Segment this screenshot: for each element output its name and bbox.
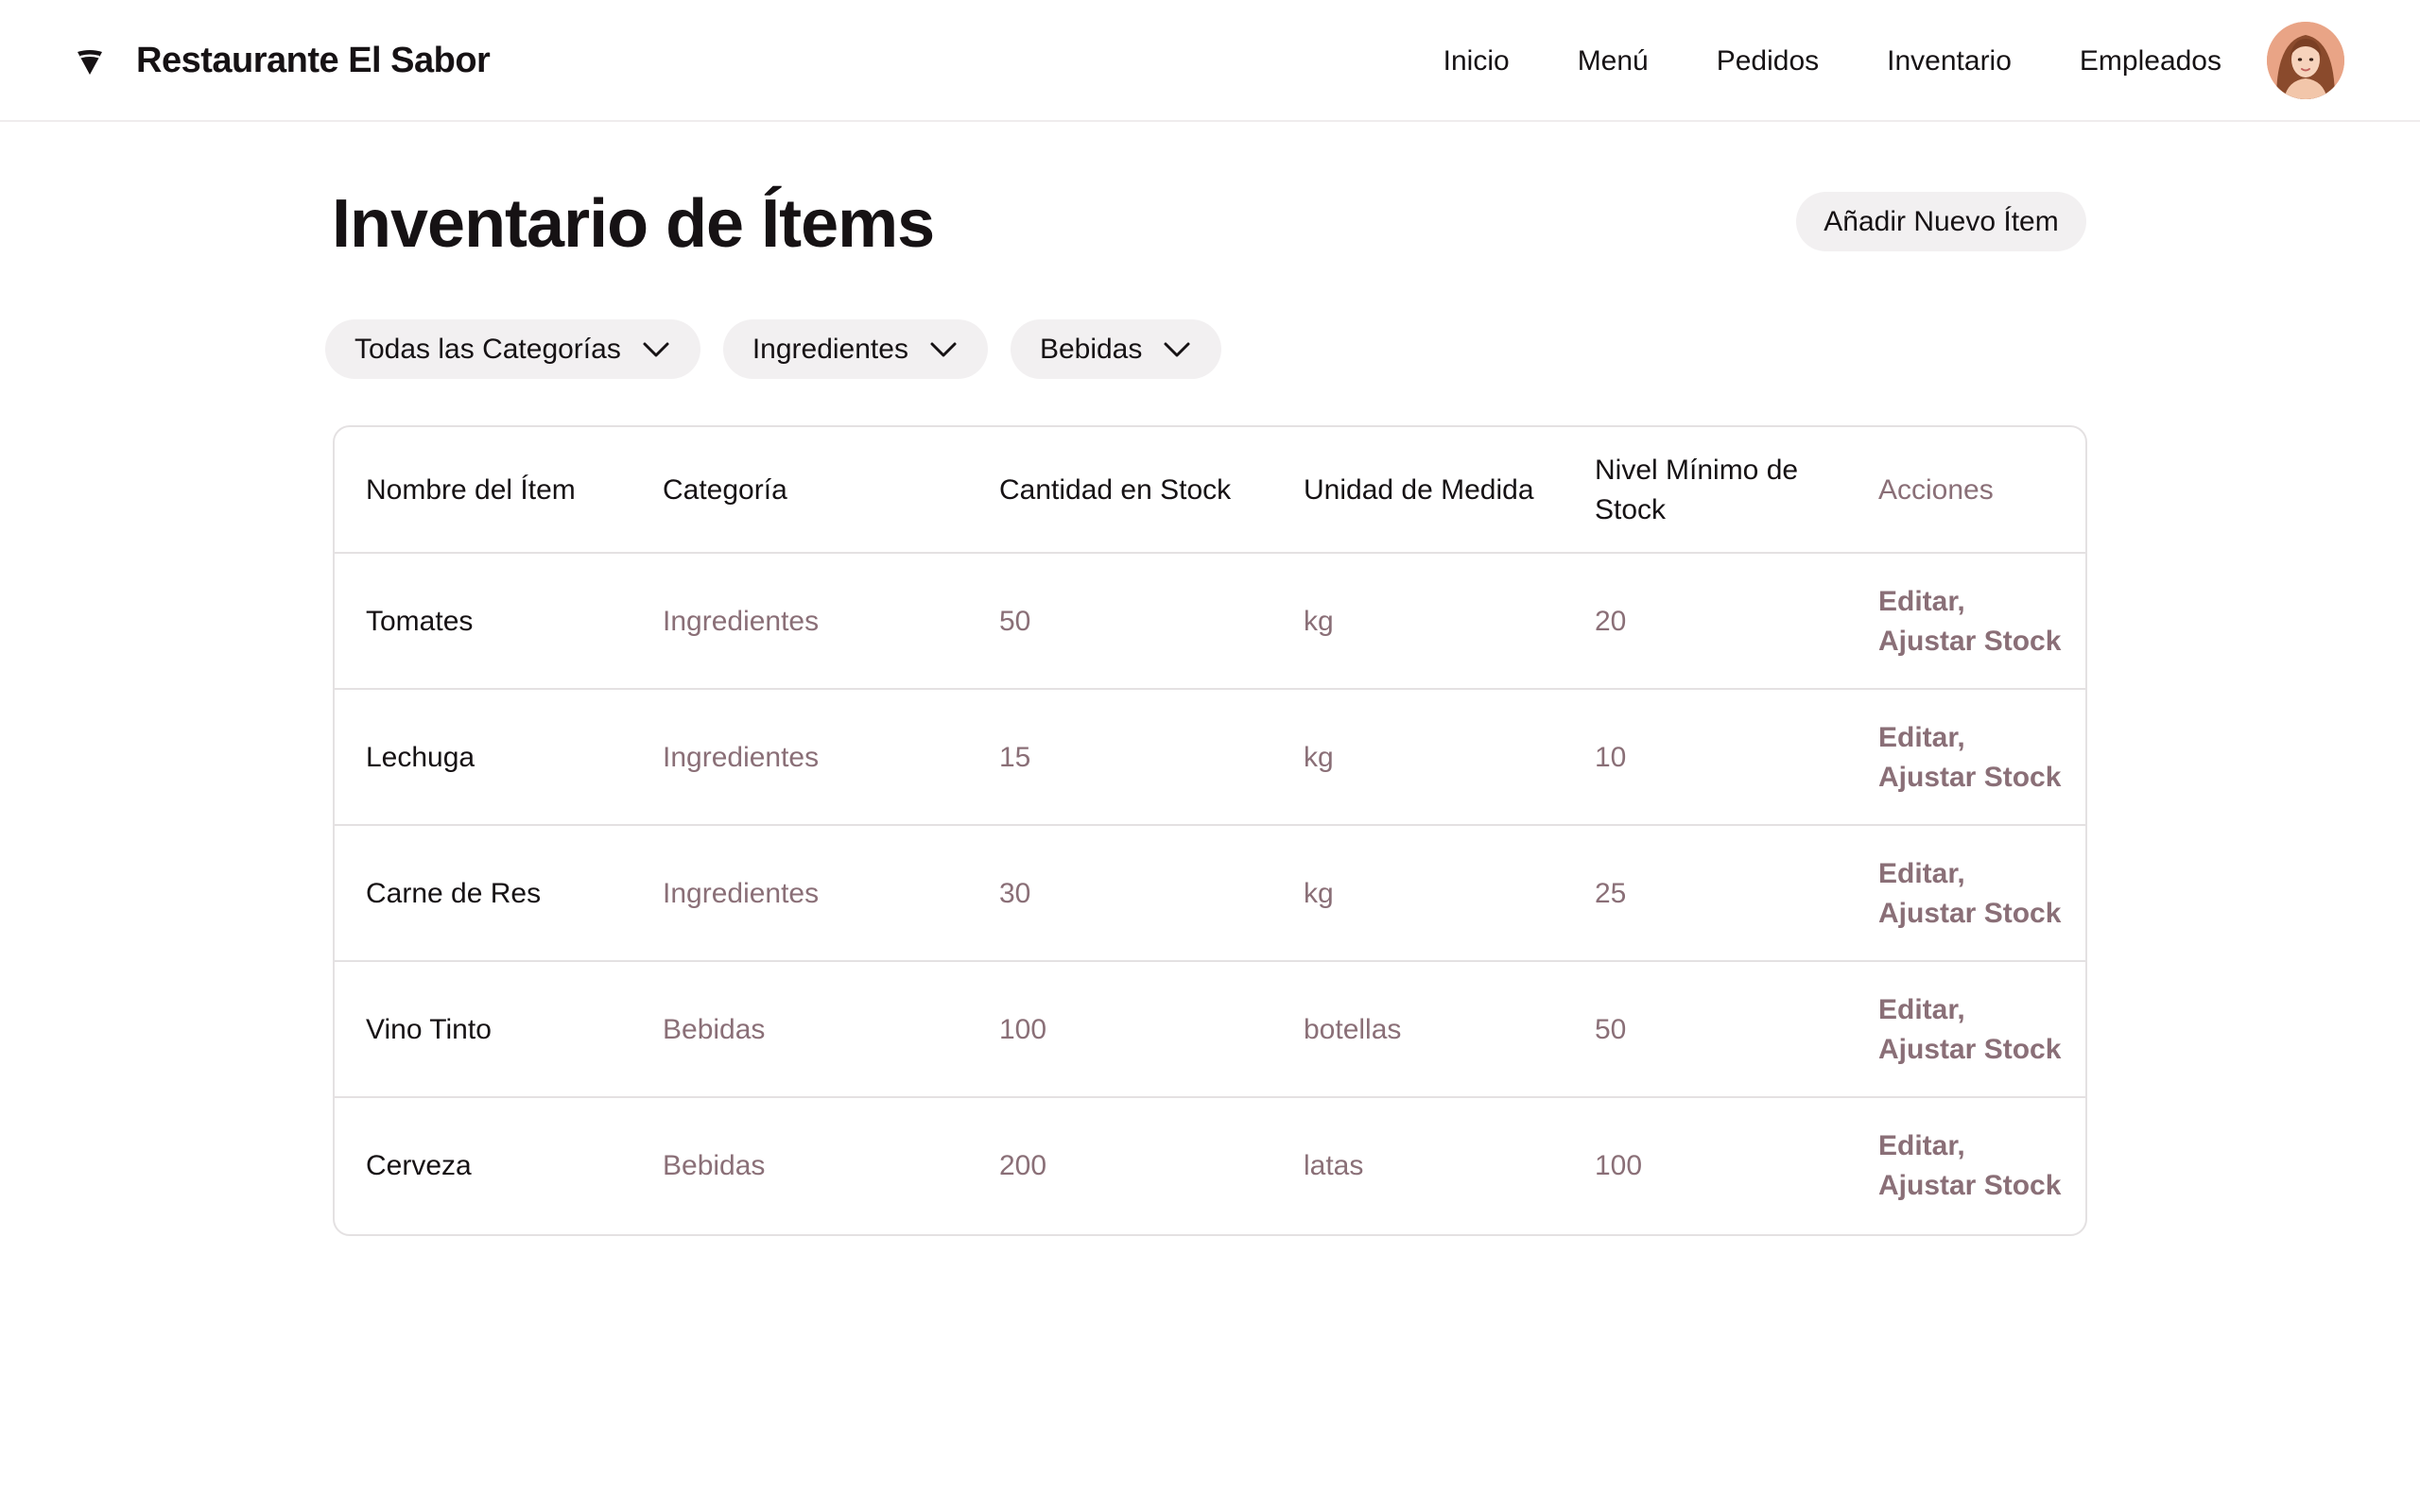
edit-link[interactable]: Editar, [1878, 1126, 2061, 1166]
adjust-stock-link[interactable]: Ajustar Stock [1878, 758, 2061, 798]
cell-unit: kg [1304, 742, 1334, 773]
cell-min-stock: 100 [1595, 1150, 1643, 1181]
cell-unit: kg [1304, 606, 1334, 637]
cell-min-stock: 25 [1595, 878, 1627, 909]
filter-all-categories[interactable]: Todas las Categorías [325, 319, 700, 379]
table-row: Lechuga Ingredientes 15 kg 10 Editar, Aj… [335, 690, 2085, 826]
cell-name: Lechuga [366, 742, 475, 773]
table-row: Carne de Res Ingredientes 30 kg 25 Edita… [335, 826, 2085, 962]
table-header: Nombre del Ítem Categoría Cantidad en St… [335, 427, 2085, 554]
table-row: Tomates Ingredientes 50 kg 20 Editar, Aj… [335, 554, 2085, 690]
cell-category: Ingredientes [663, 878, 820, 909]
cell-quantity: 200 [999, 1150, 1047, 1181]
cell-actions: Editar, Ajustar Stock [1878, 826, 2061, 962]
page-title: Inventario de Ítems [332, 186, 935, 262]
cell-quantity: 30 [999, 878, 1031, 909]
filter-bar: Todas las Categorías Ingredientes Bebida… [325, 319, 1244, 379]
cell-min-stock: 20 [1595, 606, 1627, 637]
adjust-stock-link[interactable]: Ajustar Stock [1878, 622, 2061, 662]
chevron-down-icon [930, 342, 957, 356]
restaurant-logo-icon [78, 49, 102, 75]
edit-link[interactable]: Editar, [1878, 718, 2061, 758]
cell-category: Ingredientes [663, 742, 820, 773]
cell-quantity: 100 [999, 1014, 1047, 1045]
inventory-table: Nombre del Ítem Categoría Cantidad en St… [333, 425, 2087, 1236]
brand-name: Restaurante El Sabor [136, 41, 491, 80]
cell-min-stock: 50 [1595, 1014, 1627, 1045]
cell-quantity: 50 [999, 606, 1031, 637]
cell-name: Tomates [366, 606, 474, 637]
cell-category: Ingredientes [663, 606, 820, 637]
cell-name: Carne de Res [366, 878, 542, 909]
table-row: Cerveza Bebidas 200 latas 100 Editar, Aj… [335, 1098, 2085, 1234]
nav-menu[interactable]: Menú [1578, 45, 1649, 77]
column-header-name: Nombre del Ítem [366, 474, 576, 506]
cell-actions: Editar, Ajustar Stock [1878, 1098, 2061, 1234]
nav-inventario[interactable]: Inventario [1887, 45, 2012, 77]
column-header-unit: Unidad de Medida [1304, 474, 1534, 506]
cell-unit: kg [1304, 878, 1334, 909]
edit-link[interactable]: Editar, [1878, 990, 2061, 1030]
cell-actions: Editar, Ajustar Stock [1878, 554, 2061, 690]
cell-actions: Editar, Ajustar Stock [1878, 962, 2061, 1098]
filter-ingredientes[interactable]: Ingredientes [722, 319, 988, 379]
column-header-min-stock: Nivel Mínimo de Stock [1595, 455, 1799, 525]
filter-label: Bebidas [1039, 333, 1143, 365]
cell-quantity: 15 [999, 742, 1031, 773]
nav-empleados[interactable]: Empleados [2080, 45, 2221, 77]
cell-category: Bebidas [663, 1150, 766, 1181]
cell-unit: botellas [1304, 1014, 1402, 1045]
cell-actions: Editar, Ajustar Stock [1878, 690, 2061, 826]
nav-inicio[interactable]: Inicio [1443, 45, 1510, 77]
chevron-down-icon [643, 342, 669, 356]
filter-label: Ingredientes [752, 333, 908, 365]
cell-category: Bebidas [663, 1014, 766, 1045]
nav-pedidos[interactable]: Pedidos [1717, 45, 1819, 77]
adjust-stock-link[interactable]: Ajustar Stock [1878, 1166, 2061, 1206]
user-avatar[interactable] [2267, 22, 2344, 99]
adjust-stock-link[interactable]: Ajustar Stock [1878, 894, 2061, 934]
edit-link[interactable]: Editar, [1878, 854, 2061, 894]
edit-link[interactable]: Editar, [1878, 582, 2061, 622]
table-row: Vino Tinto Bebidas 100 botellas 50 Edita… [335, 962, 2085, 1098]
cell-name: Vino Tinto [366, 1014, 492, 1045]
top-navigation-bar: Restaurante El Sabor Inicio Menú Pedidos… [0, 0, 2420, 122]
cell-name: Cerveza [366, 1150, 472, 1181]
filter-label: Todas las Categorías [354, 333, 621, 365]
adjust-stock-link[interactable]: Ajustar Stock [1878, 1030, 2061, 1070]
column-header-category: Categoría [663, 474, 787, 506]
cell-unit: latas [1304, 1150, 1364, 1181]
avatar-portrait-icon [2267, 22, 2344, 99]
chevron-down-icon [1164, 342, 1190, 356]
main-nav: Inicio Menú Pedidos Inventario Empleados [1443, 0, 2221, 122]
column-header-actions: Acciones [1878, 474, 1994, 506]
brand[interactable]: Restaurante El Sabor [74, 0, 491, 122]
add-new-item-button[interactable]: Añadir Nuevo Ítem [1796, 192, 2086, 251]
column-header-quantity: Cantidad en Stock [999, 474, 1232, 506]
cell-min-stock: 10 [1595, 742, 1627, 773]
filter-bebidas[interactable]: Bebidas [1010, 319, 1222, 379]
